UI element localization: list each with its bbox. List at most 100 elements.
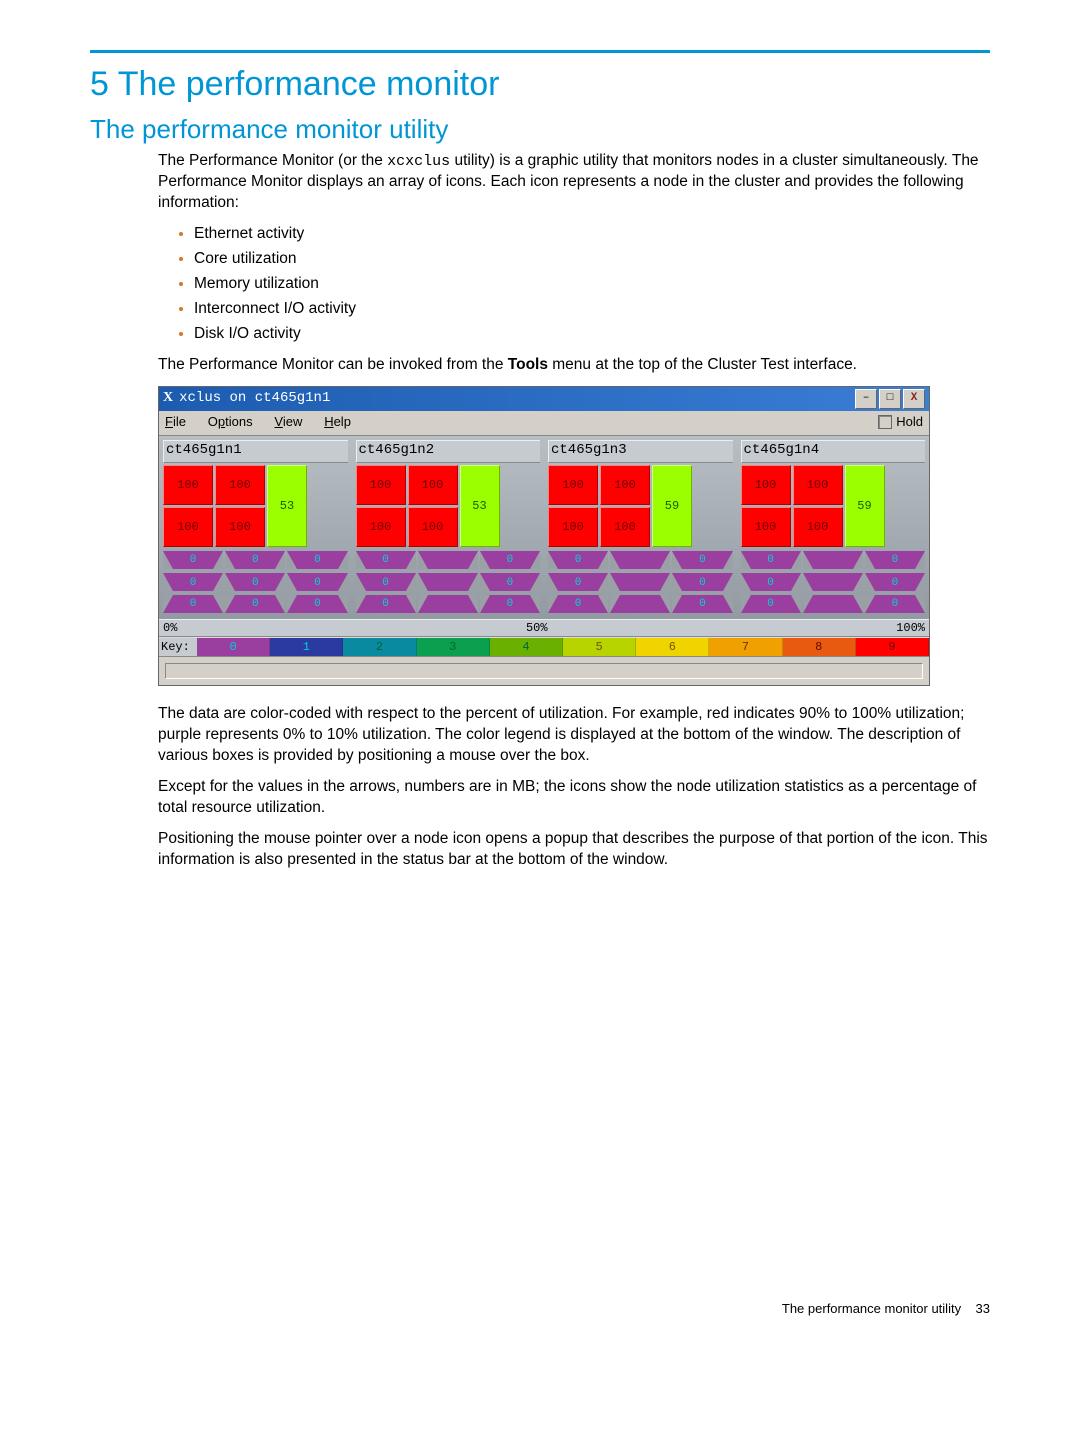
arrow-up <box>803 551 863 569</box>
node-title: ct465g1n1 <box>163 440 348 463</box>
hold-checkbox-icon[interactable] <box>878 415 892 429</box>
core-cell: 100 <box>215 507 265 547</box>
arrow-mid: 0 <box>672 573 732 591</box>
arrow-row: 00 <box>741 551 926 569</box>
arrow-mid: 0 <box>548 573 608 591</box>
invoke-bold: Tools <box>508 356 548 373</box>
key-seg-8: 8 <box>783 638 856 656</box>
hold-toggle[interactable]: Hold <box>878 413 923 431</box>
window-title: xclus on ct465g1n1 <box>179 389 330 408</box>
performance-monitor-window: X xclus on ct465g1n1 – □ X File Options … <box>158 386 930 687</box>
arrow-down <box>803 595 863 613</box>
arrow-mid <box>803 573 863 591</box>
core-cell: 100 <box>163 507 213 547</box>
mem-cell: 53 <box>267 465 307 547</box>
core-cell: 100 <box>600 465 650 505</box>
maximize-button[interactable]: □ <box>879 389 901 409</box>
arrow-down: 0 <box>741 595 801 613</box>
list-item: Core utilization <box>194 249 990 270</box>
core-cell: 100 <box>793 507 843 547</box>
menu-view[interactable]: View <box>274 414 302 429</box>
scrollbar-track[interactable] <box>165 663 923 679</box>
arrow-up: 0 <box>287 551 347 569</box>
key-seg-3: 3 <box>417 638 490 656</box>
arrow-row: 000 <box>163 573 348 591</box>
arrow-up <box>418 551 478 569</box>
arrow-down <box>610 595 670 613</box>
core-cell: 100 <box>600 507 650 547</box>
core-cell: 100 <box>163 465 213 505</box>
list-item: Memory utilization <box>194 274 990 295</box>
node-panel[interactable]: ct465g1n310010059100100000000 <box>544 438 737 617</box>
key-label: Key: <box>159 638 197 656</box>
key-legend: Key: 0 1 2 3 4 5 6 7 8 9 <box>159 637 929 656</box>
menu-help[interactable]: Help <box>324 414 351 429</box>
node-title: ct465g1n4 <box>741 440 926 463</box>
arrow-down: 0 <box>225 595 285 613</box>
invoke-suffix: menu at the top of the Cluster Test inte… <box>548 356 857 373</box>
x-logo-icon: X <box>163 389 173 408</box>
intro-paragraph: The Performance Monitor (or the xcxclus … <box>158 151 990 214</box>
menu-file[interactable]: File <box>165 414 186 429</box>
menu-options[interactable]: Options <box>208 414 253 429</box>
page-footer: The performance monitor utility 33 <box>90 1301 990 1316</box>
arrow-down: 0 <box>548 595 608 613</box>
key-seg-6: 6 <box>636 638 709 656</box>
arrow-up: 0 <box>548 551 608 569</box>
list-item: Interconnect I/O activity <box>194 299 990 320</box>
core-cell: 100 <box>793 465 843 505</box>
arrow-row: 00 <box>548 551 733 569</box>
node-grid: 10010053100100 <box>356 465 541 547</box>
scale-left: 0% <box>163 620 177 636</box>
list-item: Disk I/O activity <box>194 324 990 345</box>
key-seg-0: 0 <box>197 638 270 656</box>
core-cell: 100 <box>215 465 265 505</box>
arrow-row: 00 <box>356 595 541 613</box>
core-cell: 100 <box>408 465 458 505</box>
scale-bar: 0% 50% 100% <box>159 619 929 637</box>
arrow-up: 0 <box>225 551 285 569</box>
para-units: Except for the values in the arrows, num… <box>158 777 990 819</box>
node-title: ct465g1n2 <box>356 440 541 463</box>
section-title: The performance monitor utility <box>90 114 990 145</box>
arrow-up <box>610 551 670 569</box>
arrow-down <box>418 595 478 613</box>
mem-cell: 59 <box>845 465 885 547</box>
core-cell: 100 <box>741 465 791 505</box>
node-grid: 10010053100100 <box>163 465 348 547</box>
arrow-row: 00 <box>356 573 541 591</box>
minimize-button[interactable]: – <box>855 389 877 409</box>
key-seg-4: 4 <box>490 638 563 656</box>
chapter-title: 5 The performance monitor <box>90 65 990 104</box>
node-grid: 10010059100100 <box>548 465 733 547</box>
intro-code: xcxclus <box>387 153 450 170</box>
mem-cell: 59 <box>652 465 692 547</box>
node-panel[interactable]: ct465g1n110010053100100000000000 <box>159 438 352 617</box>
arrow-mid: 0 <box>741 573 801 591</box>
para-color-coding: The data are color-coded with respect to… <box>158 704 990 767</box>
arrow-down: 0 <box>287 595 347 613</box>
status-bar <box>159 656 929 685</box>
core-cell: 100 <box>741 507 791 547</box>
arrow-row: 00 <box>356 551 541 569</box>
window-titlebar[interactable]: X xclus on ct465g1n1 – □ X <box>159 387 929 411</box>
para-mouse: Positioning the mouse pointer over a nod… <box>158 829 990 871</box>
arrow-mid: 0 <box>865 573 925 591</box>
arrow-row: 00 <box>548 595 733 613</box>
close-button[interactable]: X <box>903 389 925 409</box>
arrow-down: 0 <box>356 595 416 613</box>
arrow-up: 0 <box>480 551 540 569</box>
arrow-down: 0 <box>865 595 925 613</box>
key-seg-5: 5 <box>563 638 636 656</box>
arrow-mid: 0 <box>356 573 416 591</box>
node-panel[interactable]: ct465g1n210010053100100000000 <box>352 438 545 617</box>
arrow-up: 0 <box>356 551 416 569</box>
arrow-mid <box>418 573 478 591</box>
arrow-mid: 0 <box>480 573 540 591</box>
invoke-prefix: The Performance Monitor can be invoked f… <box>158 356 508 373</box>
intro-prefix: The Performance Monitor (or the <box>158 152 387 169</box>
scale-right: 100% <box>896 620 925 636</box>
key-seg-2: 2 <box>343 638 416 656</box>
core-cell: 100 <box>356 507 406 547</box>
node-panel[interactable]: ct465g1n410010059100100000000 <box>737 438 930 617</box>
